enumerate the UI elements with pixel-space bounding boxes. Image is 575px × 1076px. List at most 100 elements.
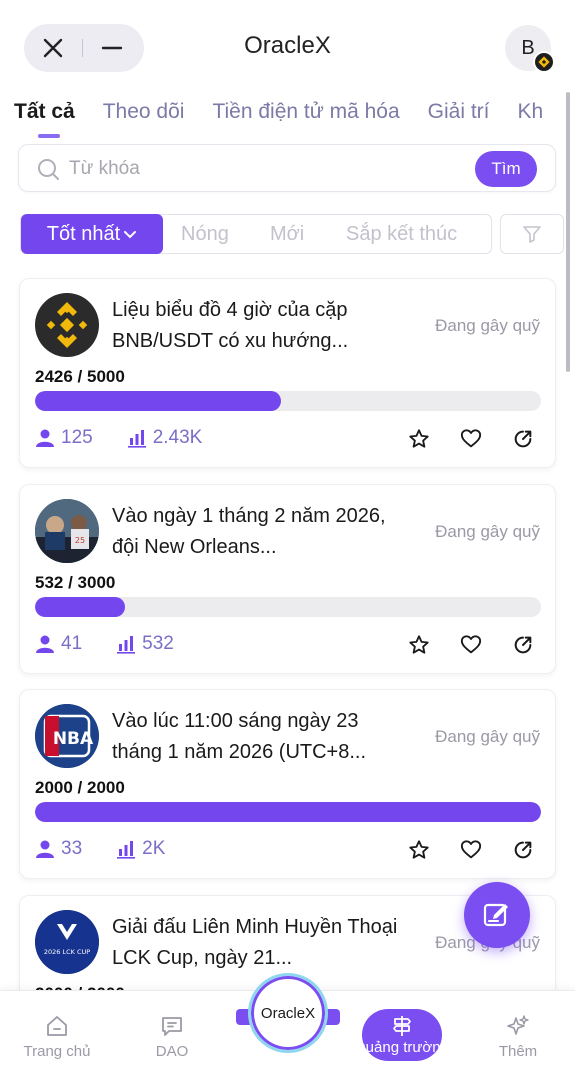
bottom-nav: Trang chủ DAO OracleX Quảng trường Thêm [0, 973, 575, 1076]
create-market-button[interactable] [464, 882, 530, 948]
participants-count: 41 [61, 633, 83, 654]
star-icon [409, 635, 429, 654]
like-button[interactable] [445, 631, 497, 659]
favorite-button[interactable] [393, 631, 445, 659]
participants-stat: 41 [35, 633, 82, 655]
user-icon [36, 429, 54, 447]
chat-icon [162, 1017, 182, 1036]
search-button[interactable]: Tìm [475, 151, 537, 187]
tab-entertainment[interactable]: Giải trí [428, 100, 490, 136]
market-title: Giải đấu Liên Minh Huyền Thoại LCK Cup, … [112, 916, 398, 969]
share-icon [514, 430, 532, 448]
share-button[interactable] [497, 836, 549, 864]
status-badge: Đang gây quỹ [435, 522, 540, 541]
progress-fill [35, 802, 541, 822]
nba-logo-text: NBA [53, 729, 94, 749]
nav-oraclex[interactable]: OracleX [248, 973, 328, 1053]
funnel-icon [523, 226, 541, 243]
star-icon [409, 840, 429, 859]
search-icon [38, 159, 59, 180]
filter-new[interactable]: Mới [270, 223, 304, 246]
volume-value: 532 [142, 633, 174, 654]
nav-more-label: Thêm [498, 1043, 538, 1060]
volume-value: 2K [142, 838, 166, 859]
pelicans-photo: 25 [35, 499, 99, 563]
lck-logo-text: 2026 LCK CUP [44, 948, 90, 956]
share-button[interactable] [497, 631, 549, 659]
market-card[interactable]: 25 Vào ngày 1 tháng 2 năm 2026, đội New … [19, 484, 556, 674]
filter-best[interactable]: Tốt nhất [21, 214, 163, 254]
status-badge: Đang gây quỹ [435, 316, 540, 335]
market-card[interactable]: Liệu biểu đồ 4 giờ của cặp BNB/USDT có x… [19, 278, 556, 468]
avatar-button[interactable]: B [505, 25, 555, 73]
progress-fill [35, 597, 125, 617]
nav-market-label: Quảng trường [362, 1039, 442, 1056]
lck-cup-logo: 2026 LCK CUP [35, 910, 99, 974]
progress-bar [35, 802, 541, 822]
favorite-button[interactable] [393, 836, 445, 864]
card-actions [393, 631, 549, 659]
card-stats: 41 532 [35, 633, 208, 655]
tab-all[interactable]: Tất cả [14, 100, 75, 138]
status-badge: Đang gây quỹ [435, 727, 540, 746]
volume-value: 2.43K [152, 427, 203, 448]
edit-icon [483, 903, 508, 927]
tab-crypto[interactable]: Tiền điện tử mã hóa [212, 100, 399, 136]
app-title: OracleX [244, 32, 331, 59]
filter-ending-soon[interactable]: Sắp kết thúc [346, 223, 457, 246]
card-stats: 33 2K [35, 838, 199, 860]
filter-button[interactable] [500, 214, 564, 254]
nav-oraclex-label: OracleX [260, 1004, 316, 1022]
like-button[interactable] [445, 425, 497, 453]
chevron-down-icon [124, 231, 137, 239]
card-actions [393, 425, 549, 453]
scrollbar[interactable] [566, 92, 570, 372]
heart-icon [460, 635, 482, 654]
progress-text: 2426 / 5000 [35, 367, 125, 386]
search-input[interactable]: Từ khóa [69, 158, 140, 180]
home-icon [47, 1016, 67, 1036]
tab-more[interactable]: Kh [518, 100, 544, 136]
signpost-icon [393, 1016, 411, 1036]
card-stats: 125 2.43K [35, 427, 236, 449]
volume-stat: 532 [116, 633, 174, 655]
participants-count: 125 [61, 427, 93, 448]
share-icon [514, 841, 532, 859]
user-icon [36, 840, 54, 858]
filter-hot[interactable]: Nóng [181, 223, 229, 246]
star-icon [409, 429, 429, 448]
market-title: Liệu biểu đồ 4 giờ của cặp BNB/USDT có x… [112, 299, 349, 352]
sort-filters: Tốt nhất Nóng Mới Sắp kết thúc [20, 214, 492, 254]
progress-bar [35, 391, 541, 411]
search-bar: Từ khóa Tìm [18, 144, 556, 192]
bar-chart-icon [127, 430, 146, 448]
like-button[interactable] [445, 836, 497, 864]
nba-logo: NBA [35, 704, 99, 768]
nav-more[interactable]: Thêm [478, 1013, 558, 1060]
bar-chart-icon [117, 841, 136, 859]
heart-icon [460, 429, 482, 448]
market-title: Vào lúc 11:00 sáng ngày 23 tháng 1 năm 2… [112, 710, 367, 763]
heart-icon [460, 840, 482, 859]
user-icon [36, 635, 54, 653]
card-actions [393, 836, 549, 864]
bnb-badge-icon [533, 51, 555, 73]
market-card[interactable]: NBA Vào lúc 11:00 sáng ngày 23 tháng 1 n… [19, 689, 556, 879]
bar-chart-icon [117, 636, 136, 654]
progress-fill [35, 391, 281, 411]
market-title: Vào ngày 1 tháng 2 năm 2026, đội New Orl… [112, 505, 386, 558]
category-tabs: Tất cả Theo dõi Tiền điện tử mã hóa Giải… [14, 100, 571, 140]
filter-best-label: Tốt nhất [46, 222, 121, 245]
volume-stat: 2.43K [127, 427, 203, 449]
share-icon [514, 636, 532, 654]
nav-dao-label: DAO [155, 1043, 189, 1060]
sparkle-icon [507, 1015, 529, 1035]
favorite-button[interactable] [393, 425, 445, 453]
share-button[interactable] [497, 425, 549, 453]
nav-market[interactable]: Quảng trường [362, 1009, 442, 1061]
nav-dao[interactable]: DAO [132, 1013, 212, 1060]
nav-home-label: Trang chủ [23, 1043, 91, 1060]
tab-following[interactable]: Theo dõi [103, 100, 185, 136]
progress-bar [35, 597, 541, 617]
nav-home[interactable]: Trang chủ [17, 1013, 97, 1060]
